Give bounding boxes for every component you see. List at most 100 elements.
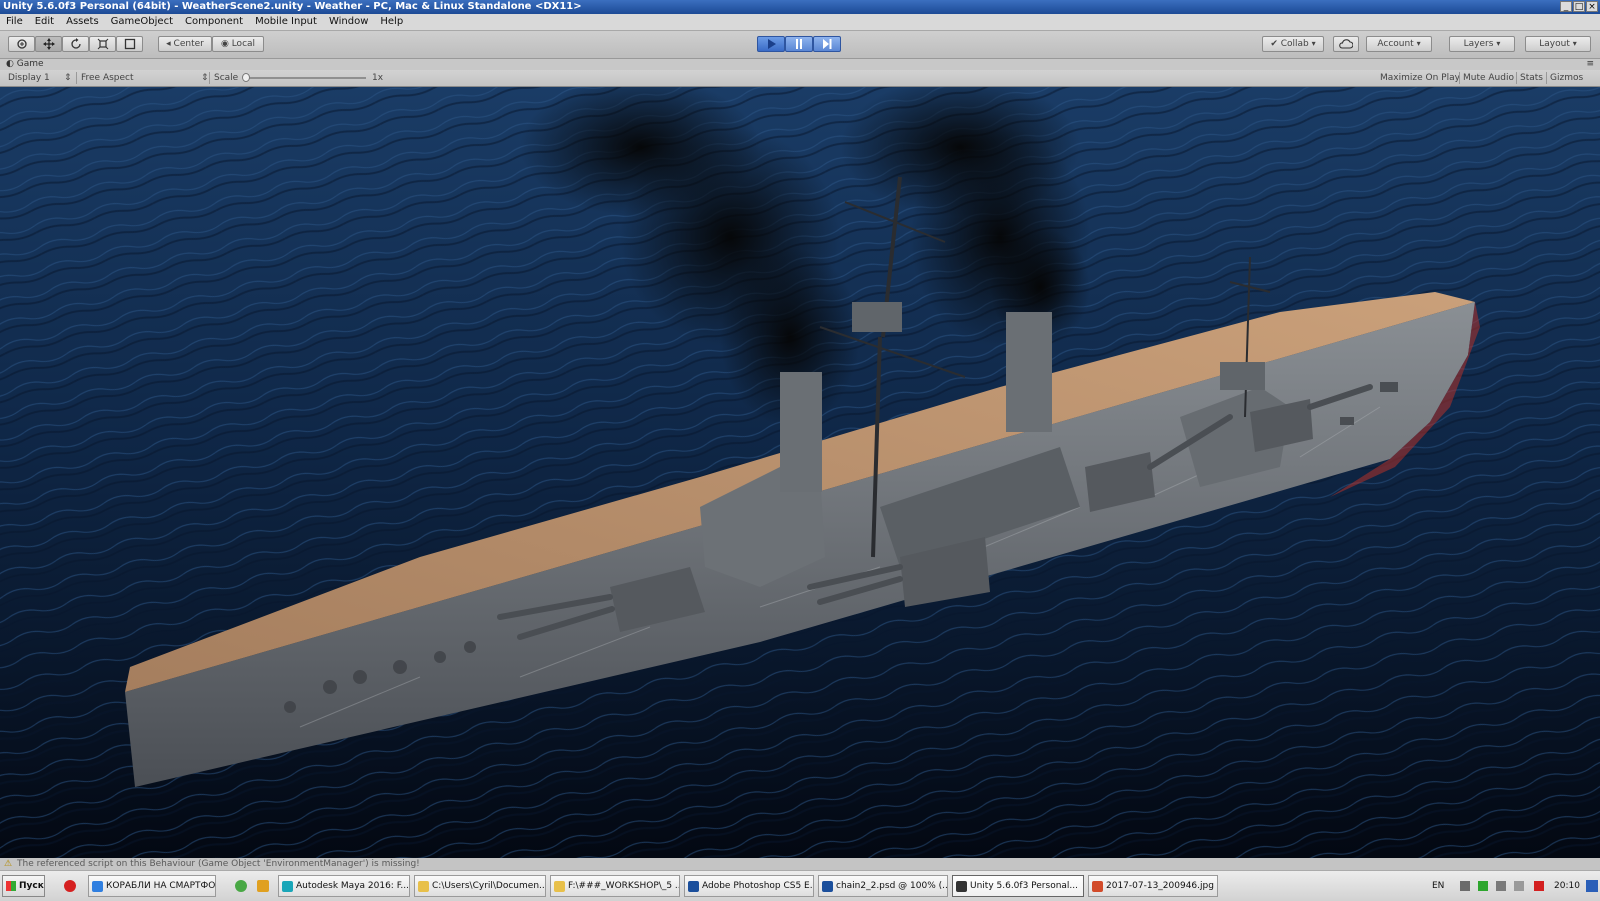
collab-label: Collab [1280, 39, 1309, 49]
network-icon[interactable] [1496, 881, 1506, 891]
move-tool-button[interactable] [35, 36, 62, 52]
pause-button[interactable] [785, 36, 813, 52]
gizmos-dropdown[interactable]: Gizmos [1550, 70, 1583, 86]
maximize-button[interactable]: □ [1573, 1, 1585, 12]
taskbar-item[interactable]: C:\Users\Cyril\Documen... [414, 875, 546, 897]
taskbar-item-label: Autodesk Maya 2016: F... [296, 881, 410, 891]
folder-quicklaunch-icon[interactable] [257, 880, 269, 892]
main-toolbar: ◂ Center ◉ Local ✔ Collab Account Layers… [0, 31, 1600, 59]
scale-slider-track[interactable] [244, 77, 366, 79]
panel-menu-icon[interactable]: ≡ [1586, 59, 1594, 70]
account-dropdown[interactable]: Account [1366, 36, 1432, 52]
rotate-tool-button[interactable] [62, 36, 89, 52]
photoshop-icon [688, 881, 699, 892]
start-label: Пуск [19, 881, 44, 891]
play-icon [768, 39, 776, 49]
game-viewport[interactable] [0, 87, 1600, 858]
os-taskbar: Пуск КОРАБЛИ НА СМАРТФО... Autodesk Maya… [0, 870, 1600, 901]
maximize-on-play-toggle[interactable]: Maximize On Play [1380, 70, 1460, 86]
move-icon [42, 38, 55, 50]
menu-edit[interactable]: Edit [29, 14, 60, 30]
display-label: Display 1 [8, 73, 50, 83]
start-button[interactable]: Пуск [2, 875, 45, 897]
taskbar-item-label: 2017-07-13_200946.jpg ... [1106, 881, 1218, 891]
taskbar-item-label: Unity 5.6.0f3 Personal... [970, 881, 1079, 891]
photoshop-document-icon [822, 881, 833, 892]
console-message: The referenced script on this Behaviour … [17, 859, 420, 869]
volume-icon[interactable] [1514, 881, 1524, 891]
close-button[interactable]: × [1586, 1, 1598, 12]
display-dropdown[interactable]: Display 1 [8, 70, 50, 86]
whatsapp-icon[interactable] [235, 880, 247, 892]
taskbar-item[interactable]: F:\###_WORKSHOP\_5 ... [550, 875, 680, 897]
game-tab-header: ◐ Game ≡ [0, 59, 1600, 70]
scale-slider-thumb[interactable] [242, 73, 250, 82]
hand-icon [16, 39, 27, 49]
scale-tool-button[interactable] [89, 36, 116, 52]
menu-window[interactable]: Window [323, 14, 374, 30]
play-button[interactable] [757, 36, 785, 52]
stats-toggle[interactable]: Stats [1520, 70, 1543, 86]
pivot-toggle[interactable]: ◂ Center [158, 36, 212, 52]
pivot-icon: ◂ [166, 39, 171, 49]
help-tray-icon[interactable] [1460, 881, 1470, 891]
taskbar-item-label: chain2_2.psd @ 100% (... [836, 881, 948, 891]
menu-file[interactable]: File [0, 14, 29, 30]
layers-dropdown[interactable]: Layers [1449, 36, 1515, 52]
divider [1546, 72, 1547, 84]
clock: 20:10 [1554, 881, 1580, 891]
aspect-dropdown-arrow-icon: ⇕ [201, 73, 209, 83]
taskbar-item[interactable]: КОРАБЛИ НА СМАРТФО... [88, 875, 216, 897]
collab-check-icon: ✔ [1270, 39, 1278, 49]
minimize-button[interactable]: _ [1560, 1, 1572, 12]
divider [1516, 72, 1517, 84]
taskbar-item[interactable]: chain2_2.psd @ 100% (... [818, 875, 948, 897]
scale-label: Scale [214, 73, 239, 83]
space-toggle[interactable]: ◉ Local [212, 36, 264, 52]
unity-icon [956, 881, 967, 892]
hand-tool-button[interactable] [8, 36, 35, 52]
game-tab[interactable]: ◐ Game [6, 59, 44, 70]
console-status-bar[interactable]: ⚠ The referenced script on this Behaviou… [0, 858, 1600, 870]
show-desktop-button[interactable] [1586, 880, 1598, 892]
scale-value: 1x [372, 73, 384, 83]
taskbar-item-active[interactable]: Unity 5.6.0f3 Personal... [952, 875, 1084, 897]
divider [76, 72, 77, 84]
local-space-icon: ◉ [220, 39, 229, 49]
taskbar-item[interactable]: 2017-07-13_200946.jpg ... [1088, 875, 1218, 897]
system-tray: EN 20:10 [1420, 871, 1600, 901]
mute-audio-toggle[interactable]: Mute Audio [1463, 70, 1514, 86]
taskbar-item-label: C:\Users\Cyril\Documen... [432, 881, 546, 891]
menu-help[interactable]: Help [374, 14, 409, 30]
rotate-icon [70, 38, 81, 49]
chrome-icon [92, 881, 103, 892]
collab-dropdown[interactable]: ✔ Collab [1262, 36, 1324, 52]
menu-component[interactable]: Component [179, 14, 249, 30]
account-label: Account [1377, 39, 1414, 49]
taskbar-item[interactable]: Adobe Photoshop CS5 E... [684, 875, 814, 897]
taskbar-item[interactable]: Autodesk Maya 2016: F... [278, 875, 410, 897]
step-button[interactable] [813, 36, 841, 52]
rect-tool-button[interactable] [116, 36, 143, 52]
layers-label: Layers [1463, 39, 1494, 49]
antivirus-icon[interactable] [1534, 881, 1544, 891]
folder-icon [554, 881, 565, 892]
windows-flag-icon [6, 881, 16, 891]
menu-bar: File Edit Assets GameObject Component Mo… [0, 14, 1600, 31]
language-indicator[interactable]: EN [1432, 871, 1444, 901]
aspect-dropdown[interactable]: Free Aspect [81, 70, 134, 86]
cloud-icon [1339, 39, 1353, 49]
opera-icon[interactable] [64, 880, 76, 892]
taskbar-item-label: КОРАБЛИ НА СМАРТФО... [106, 881, 216, 891]
menu-assets[interactable]: Assets [60, 14, 105, 30]
space-label: Local [231, 39, 256, 49]
menu-mobile-input[interactable]: Mobile Input [249, 14, 323, 30]
divider [209, 72, 210, 84]
display-dropdown-arrow-icon: ⇕ [64, 73, 72, 83]
layout-dropdown[interactable]: Layout [1525, 36, 1591, 52]
cloud-button[interactable] [1333, 36, 1359, 52]
image-viewer-icon [1092, 881, 1103, 892]
tray-app-icon[interactable] [1478, 881, 1488, 891]
layout-label: Layout [1539, 39, 1570, 49]
menu-gameobject[interactable]: GameObject [105, 14, 179, 30]
